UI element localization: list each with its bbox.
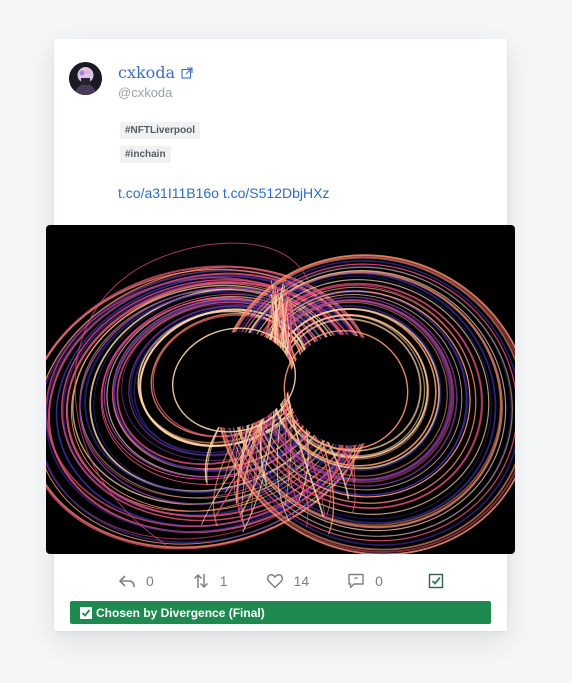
- external-link-icon[interactable]: [181, 66, 193, 79]
- quote-button[interactable]: ” 0: [347, 572, 383, 590]
- attractor-artwork: [46, 242, 515, 554]
- like-button[interactable]: 14: [266, 572, 310, 590]
- checkbox-checked-icon: [428, 573, 444, 589]
- hashtag-nftliverpool[interactable]: #NFTLiverpool: [120, 122, 201, 139]
- hashtag-inchain[interactable]: #inchain: [120, 146, 171, 163]
- heart-icon: [266, 574, 283, 589]
- tco-link-1[interactable]: t.co/a31I11B16o: [118, 185, 219, 201]
- quote-icon: ”: [348, 573, 364, 589]
- svg-text:”: ”: [354, 576, 359, 584]
- quote-count: 0: [375, 573, 383, 589]
- reply-count: 0: [146, 573, 154, 589]
- reply-icon: [119, 575, 135, 588]
- author-row: cxkoda: [118, 63, 193, 82]
- tco-link-2[interactable]: t.co/S512DbjHXz: [223, 185, 330, 201]
- post-media-artwork[interactable]: [46, 225, 515, 554]
- avatar[interactable]: [69, 62, 102, 95]
- retweet-icon: [193, 573, 208, 589]
- avatar-image: [69, 62, 102, 95]
- retweet-count: 1: [219, 573, 228, 589]
- reply-button[interactable]: 0: [118, 572, 154, 590]
- retweet-button[interactable]: 1: [192, 572, 228, 590]
- check-icon: [80, 606, 92, 619]
- chosen-label: Chosen by Divergence (Final): [96, 605, 265, 620]
- action-bar: 0 1 14 ” 0: [118, 570, 448, 592]
- select-checkbox[interactable]: [427, 572, 455, 590]
- author-name-link[interactable]: cxkoda: [118, 63, 175, 82]
- link-row: t.co/a31I11B16o t.co/S512DbjHXz: [118, 185, 329, 201]
- chosen-banner: Chosen by Divergence (Final): [70, 601, 491, 624]
- like-count: 14: [293, 573, 310, 589]
- author-handle: @cxkoda: [118, 85, 173, 100]
- hashtag-list: #NFTLiverpool #inchain: [120, 122, 201, 170]
